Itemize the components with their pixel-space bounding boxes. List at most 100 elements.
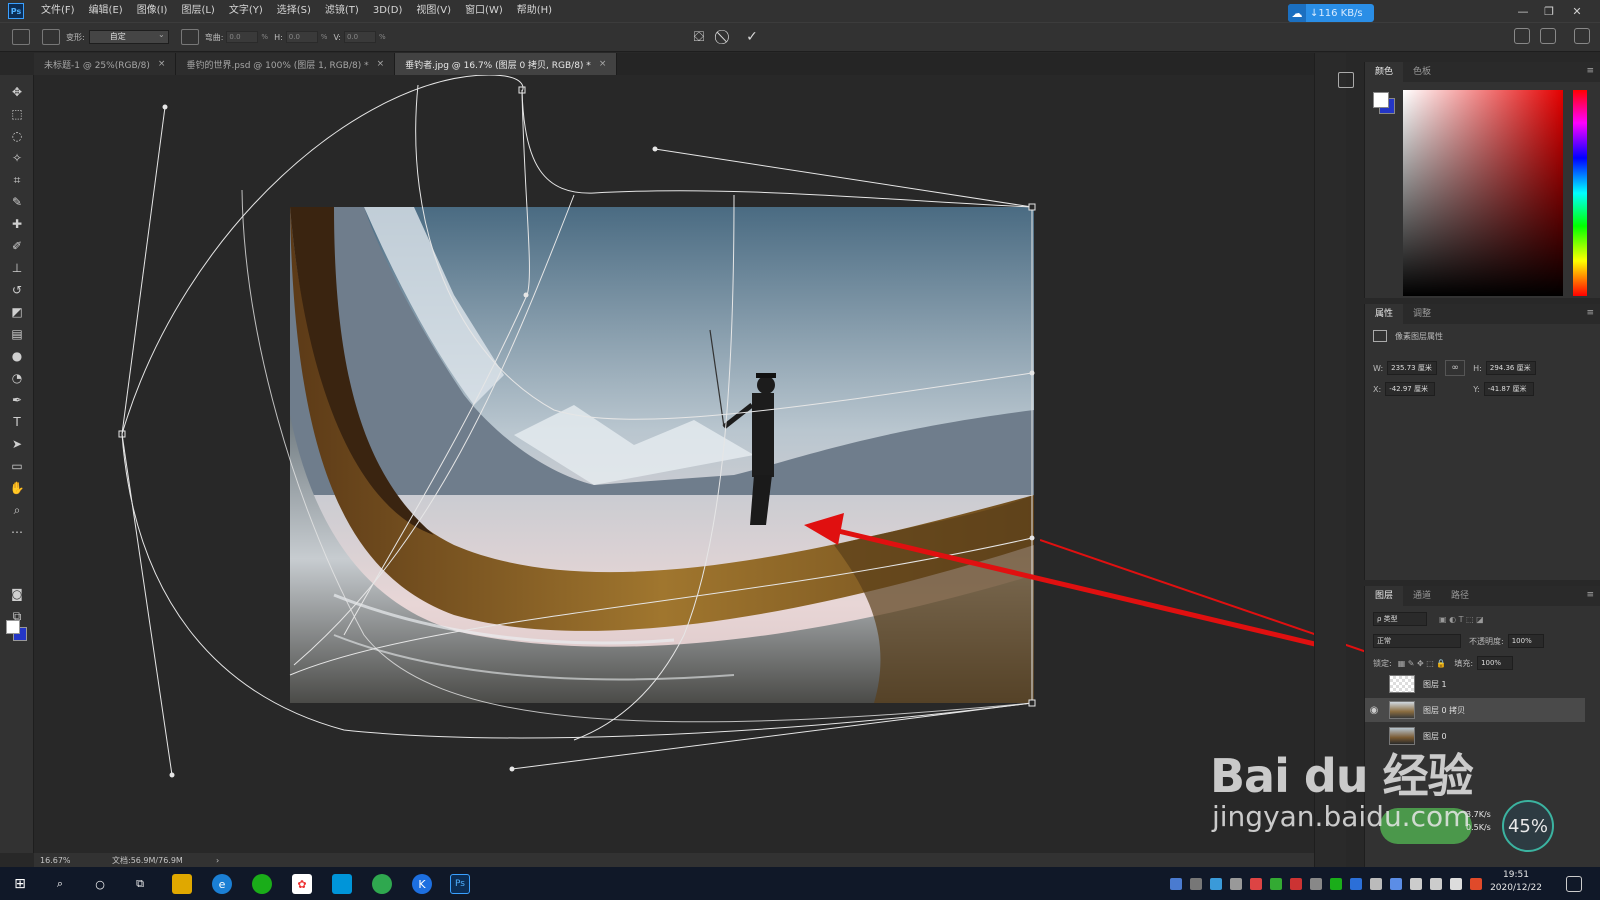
tray-icon[interactable]	[1270, 878, 1282, 890]
transform-tool-icon[interactable]	[12, 29, 30, 45]
tab-layers[interactable]: 图层	[1365, 586, 1404, 606]
file-explorer-icon[interactable]	[172, 874, 192, 894]
tab-color[interactable]: 颜色	[1365, 62, 1404, 82]
type-tool-icon[interactable]: T	[8, 413, 26, 431]
photoshop-taskbar-icon[interactable]: Ps	[450, 874, 470, 894]
link-icon[interactable]: ∞	[1445, 360, 1466, 376]
tray-icon[interactable]	[1250, 878, 1262, 890]
tab-untitled[interactable]: 未标题-1 @ 25%(RGB/8) ×	[34, 53, 177, 75]
tray-icon[interactable]	[1390, 878, 1402, 890]
network-icon[interactable]	[1410, 878, 1422, 890]
cortana-icon[interactable]: ○	[90, 874, 110, 894]
zoom-tool-icon[interactable]: ⌕	[8, 501, 26, 519]
layer-row-selected[interactable]: ◉ 图层 0 拷贝	[1365, 698, 1585, 722]
tab-close-icon[interactable]: ×	[599, 59, 607, 69]
workspace-icon[interactable]	[1540, 28, 1556, 44]
warp-split-icon[interactable]	[42, 29, 60, 45]
app-icon-blue[interactable]	[332, 874, 352, 894]
panel-menu-icon[interactable]: ≡	[1586, 66, 1594, 76]
tray-icon[interactable]	[1310, 878, 1322, 890]
bend-field[interactable]: 0.0	[226, 31, 259, 43]
hand-tool-icon[interactable]: ✋	[8, 479, 26, 497]
filter-icons[interactable]: ▣ ◐ T ⬚ ◪	[1439, 615, 1484, 624]
tab-close-icon[interactable]: ×	[158, 59, 166, 69]
menu-help[interactable]: 帮助(H)	[510, 0, 559, 22]
edge-browser-icon[interactable]: e	[212, 874, 232, 894]
magic-wand-icon[interactable]: ✧	[8, 149, 26, 167]
panel-menu-icon[interactable]: ≡	[1586, 590, 1594, 600]
volume-icon[interactable]	[1430, 878, 1442, 890]
x-field[interactable]: -42.97 厘米	[1385, 382, 1436, 396]
quick-mask-icon[interactable]: ◙	[8, 585, 26, 603]
layer-row[interactable]: 图层 0	[1365, 724, 1585, 748]
app-icon[interactable]: ✿	[292, 874, 312, 894]
search-icon[interactable]: ⌕	[50, 874, 70, 894]
lasso-tool-icon[interactable]: ◌	[8, 127, 26, 145]
speed-meter[interactable]: 45%	[1502, 800, 1554, 852]
history-brush-icon[interactable]: ↺	[8, 281, 26, 299]
menu-edit[interactable]: 编辑(E)	[82, 0, 130, 22]
width-field[interactable]: 235.73 厘米	[1387, 361, 1438, 375]
lock-icons[interactable]: ▦ ✎ ✥ ⬚ 🔒	[1398, 659, 1447, 668]
height-field[interactable]: 294.36 厘米	[1485, 361, 1536, 375]
menu-file[interactable]: 文件(F)	[34, 0, 82, 22]
assistant-widget[interactable]	[1380, 808, 1472, 844]
dodge-tool-icon[interactable]: ◔	[8, 369, 26, 387]
warp-orientation-icon[interactable]	[180, 29, 199, 45]
menu-view[interactable]: 视图(V)	[409, 0, 458, 22]
pen-tool-icon[interactable]: ✒	[8, 391, 26, 409]
tray-icon[interactable]	[1350, 878, 1362, 890]
document-canvas[interactable]	[34, 75, 1314, 853]
restore-icon[interactable]: ❐	[1536, 0, 1562, 22]
puppet-warp-icon[interactable]: ⛋	[688, 26, 710, 48]
blur-tool-icon[interactable]: ●	[8, 347, 26, 365]
tab-paths[interactable]: 路径	[1441, 586, 1479, 606]
layer-row[interactable]: 图层 1	[1365, 672, 1585, 696]
foreground-color-swatch[interactable]	[6, 620, 20, 634]
gradient-tool-icon[interactable]: ▤	[8, 325, 26, 343]
tab-swatches[interactable]: 色板	[1403, 62, 1441, 82]
eraser-icon[interactable]: ◩	[8, 303, 26, 321]
opacity-field[interactable]: 100%	[1507, 634, 1544, 648]
notification-icon[interactable]	[1566, 876, 1582, 892]
network-speed-badge[interactable]: ☁ ↓116 KB/s	[1288, 4, 1374, 22]
marquee-tool-icon[interactable]: ⬚	[8, 105, 26, 123]
panel-foreground-swatch[interactable]	[1373, 92, 1389, 108]
task-view-icon[interactable]: ⧉	[130, 874, 150, 894]
menu-select[interactable]: 选择(S)	[270, 0, 318, 22]
tab-close-icon[interactable]: ×	[377, 59, 385, 69]
tray-icon[interactable]	[1230, 878, 1242, 890]
eye-icon[interactable]: ◉	[1365, 705, 1383, 716]
stamp-tool-icon[interactable]: ⊥	[8, 259, 26, 277]
hue-slider[interactable]	[1573, 90, 1587, 296]
y-field[interactable]: -41.87 厘米	[1483, 382, 1534, 396]
move-tool-icon[interactable]: ✥	[8, 83, 26, 101]
share-icon[interactable]	[1574, 28, 1590, 44]
tray-icon[interactable]	[1170, 878, 1182, 890]
taskbar-clock[interactable]: 19:51 2020/12/22	[1488, 869, 1544, 895]
tray-icon[interactable]	[1210, 878, 1222, 890]
path-select-icon[interactable]: ➤	[8, 435, 26, 453]
status-expand-icon[interactable]: ›	[216, 856, 219, 865]
menu-type[interactable]: 文字(Y)	[222, 0, 270, 22]
menu-image[interactable]: 图像(I)	[130, 0, 175, 22]
tab-properties[interactable]: 属性	[1365, 304, 1404, 324]
color-picker-field[interactable]	[1403, 90, 1563, 296]
blend-mode-select[interactable]: 正常	[1373, 634, 1461, 648]
brush-tool-icon[interactable]: ✐	[8, 237, 26, 255]
tray-icon[interactable]	[1190, 878, 1202, 890]
layer-filter-select[interactable]: ρ 类型	[1373, 612, 1427, 626]
ime-icon[interactable]	[1450, 878, 1462, 890]
eyedropper-icon[interactable]: ✎	[8, 193, 26, 211]
menu-window[interactable]: 窗口(W)	[458, 0, 510, 22]
windows-start-icon[interactable]: ⊞	[10, 874, 30, 894]
rectangle-tool-icon[interactable]: ▭	[8, 457, 26, 475]
more-tools-icon[interactable]: ⋯	[8, 523, 26, 541]
search-icon[interactable]	[1514, 28, 1530, 44]
tab-channels[interactable]: 通道	[1403, 586, 1441, 606]
wechat-icon[interactable]	[252, 874, 272, 894]
crop-tool-icon[interactable]: ⌗	[8, 171, 26, 189]
v-distort-field[interactable]: 0.0	[343, 31, 376, 43]
healing-brush-icon[interactable]: ✚	[8, 215, 26, 233]
menu-layer[interactable]: 图层(L)	[174, 0, 221, 22]
